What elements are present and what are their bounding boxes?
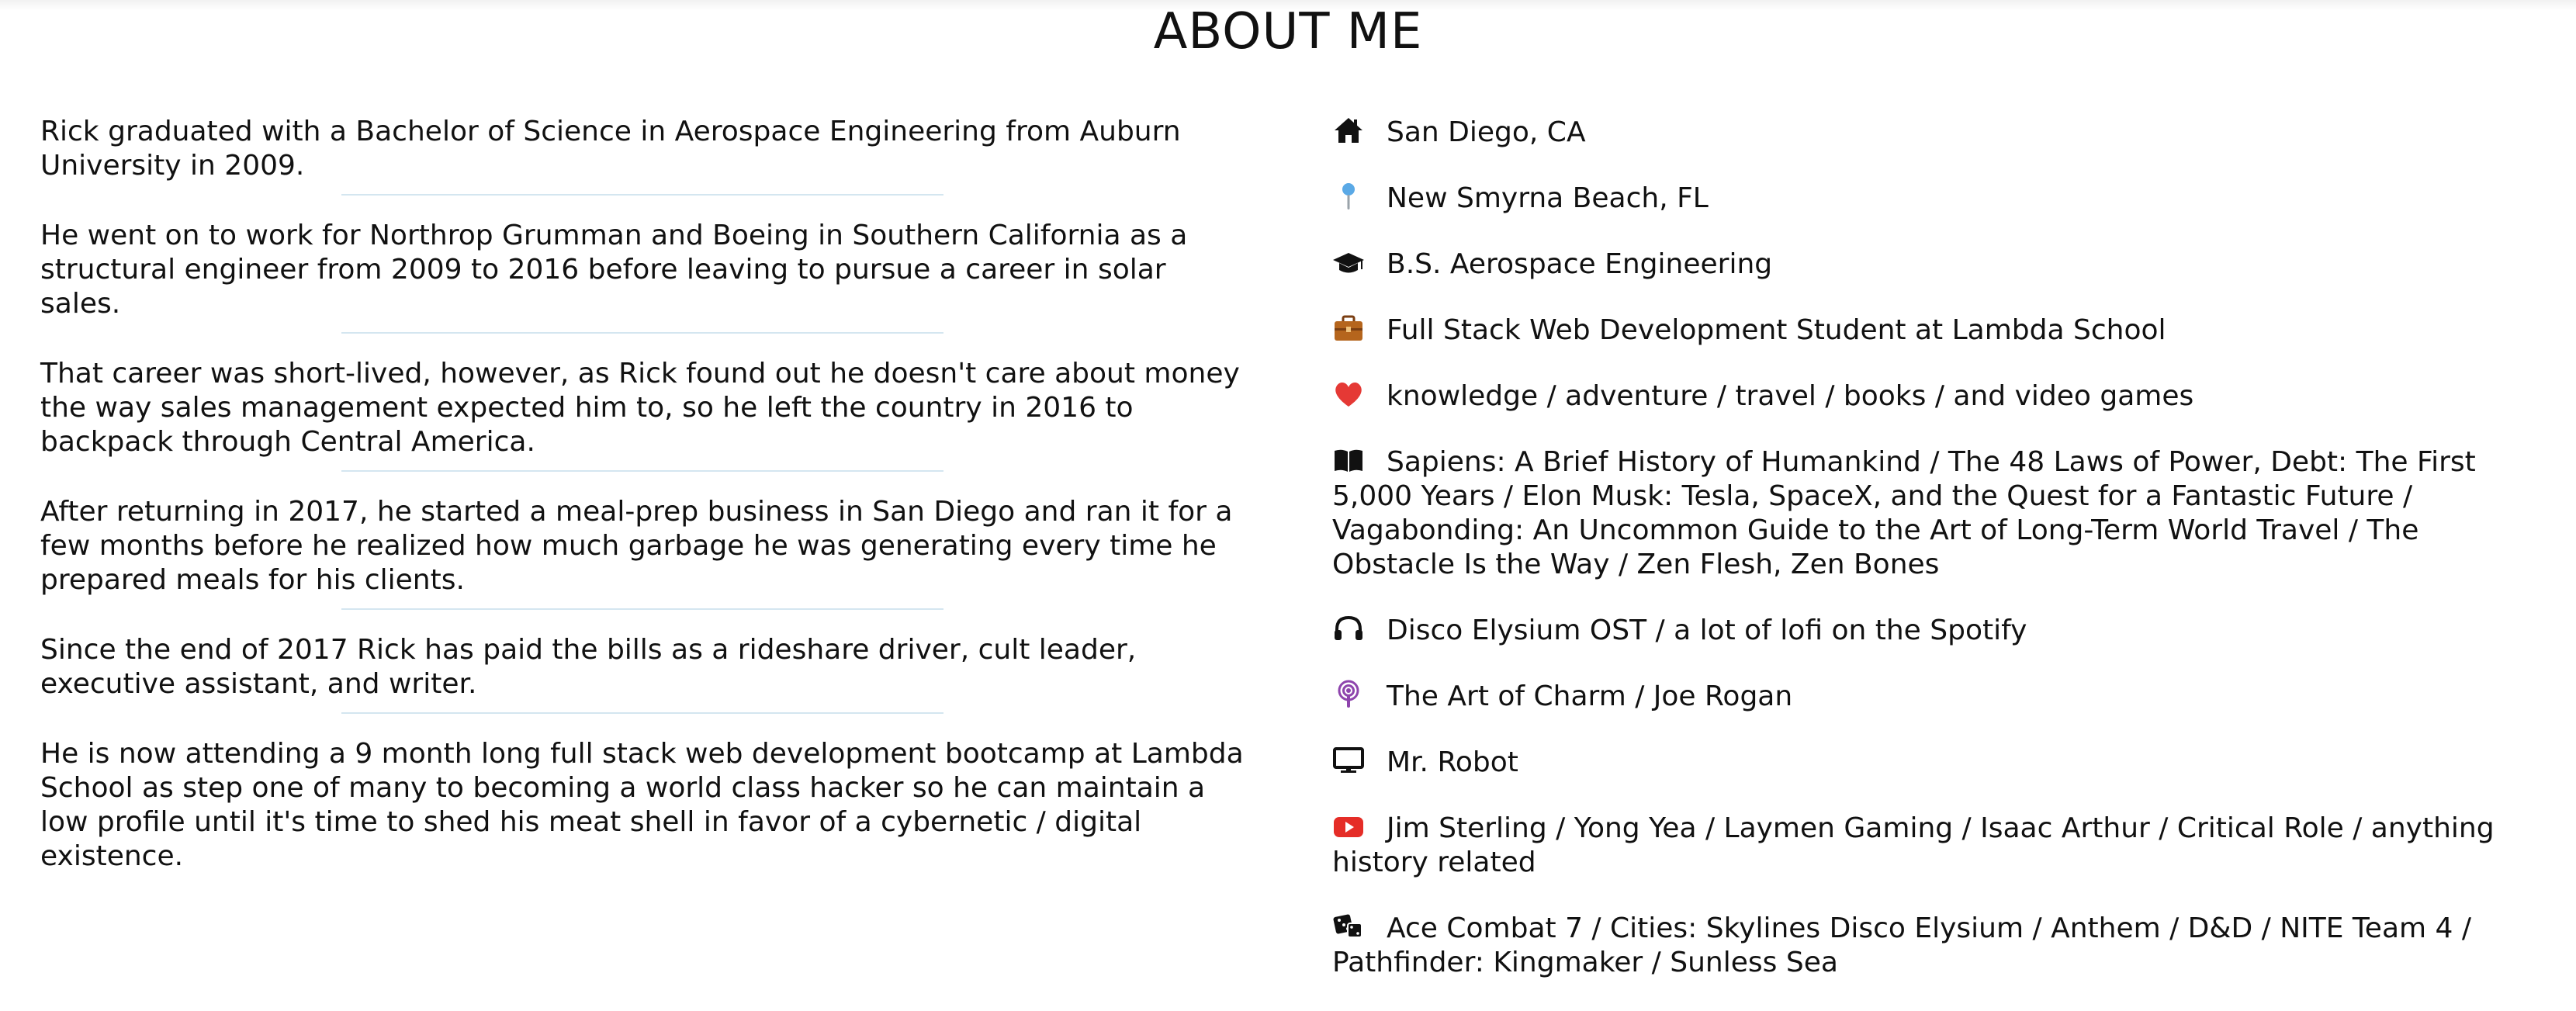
- bio-paragraph: He is now attending a 9 month long full …: [40, 738, 1244, 872]
- dice-icon: [1332, 911, 1365, 942]
- headphones-icon: [1332, 613, 1365, 644]
- divider: [341, 712, 943, 714]
- fact-text: San Diego, CA: [1387, 116, 1586, 148]
- fact-text: Sapiens: A Brief History of Humankind / …: [1332, 446, 2476, 580]
- fact-tv: Mr. Robot: [1332, 745, 2527, 780]
- home-icon: [1332, 115, 1365, 146]
- fact-music: Disco Elysium OST / a lot of lofi on the…: [1332, 613, 2527, 648]
- bio-paragraph: Since the end of 2017 Rick has paid the …: [40, 634, 1137, 700]
- divider: [341, 470, 943, 472]
- fact-interests: knowledge / adventure / travel / books /…: [1332, 379, 2527, 414]
- pushpin-icon: [1332, 181, 1365, 212]
- fact-podcasts: The Art of Charm / Joe Rogan: [1332, 679, 2527, 714]
- facts-column: San Diego, CA New Smyrna Beach, FL B.S. …: [1332, 115, 2527, 1011]
- fact-youtube: Jim Sterling / Yong Yea / Laymen Gaming …: [1332, 811, 2527, 880]
- page-title: ABOUT ME: [1153, 3, 1423, 61]
- bio-paragraph: He went on to work for Northrop Grumman …: [40, 220, 1188, 320]
- fact-text: Jim Sterling / Yong Yea / Laymen Gaming …: [1332, 812, 2495, 878]
- divider: [341, 608, 943, 610]
- graduation-cap-icon: [1332, 247, 1365, 278]
- fact-occupation: Full Stack Web Development Student at La…: [1332, 313, 2527, 348]
- bio-paragraph: That career was short-lived, however, as…: [40, 358, 1240, 458]
- youtube-icon: [1332, 811, 1365, 842]
- briefcase-icon: [1332, 313, 1365, 344]
- heart-icon: [1332, 379, 1365, 410]
- bio-column: Rick graduated with a Bachelor of Scienc…: [40, 115, 1251, 874]
- fact-text: Full Stack Web Development Student at La…: [1387, 314, 2166, 346]
- bio-paragraph: After returning in 2017, he started a me…: [40, 496, 1233, 596]
- divider: [341, 332, 943, 334]
- fact-education: B.S. Aerospace Engineering: [1332, 247, 2527, 282]
- fact-text: Ace Combat 7 / Cities: Skylines Disco El…: [1332, 912, 2472, 978]
- fact-games: Ace Combat 7 / Cities: Skylines Disco El…: [1332, 911, 2527, 980]
- podcast-icon: [1332, 679, 1365, 710]
- fact-hometown: New Smyrna Beach, FL: [1332, 181, 2527, 216]
- tv-icon: [1332, 745, 1365, 776]
- fact-text: New Smyrna Beach, FL: [1387, 182, 1709, 214]
- fact-text: Disco Elysium OST / a lot of lofi on the…: [1387, 615, 2027, 646]
- fact-text: The Art of Charm / Joe Rogan: [1387, 680, 1793, 712]
- fact-text: B.S. Aerospace Engineering: [1387, 248, 1773, 280]
- fact-current-location: San Diego, CA: [1332, 115, 2527, 150]
- fact-text: knowledge / adventure / travel / books /…: [1387, 380, 2194, 412]
- fact-text: Mr. Robot: [1387, 746, 1518, 778]
- divider: [341, 194, 943, 196]
- book-icon: [1332, 445, 1365, 476]
- fact-books: Sapiens: A Brief History of Humankind / …: [1332, 445, 2527, 582]
- bio-paragraph: Rick graduated with a Bachelor of Scienc…: [40, 116, 1181, 182]
